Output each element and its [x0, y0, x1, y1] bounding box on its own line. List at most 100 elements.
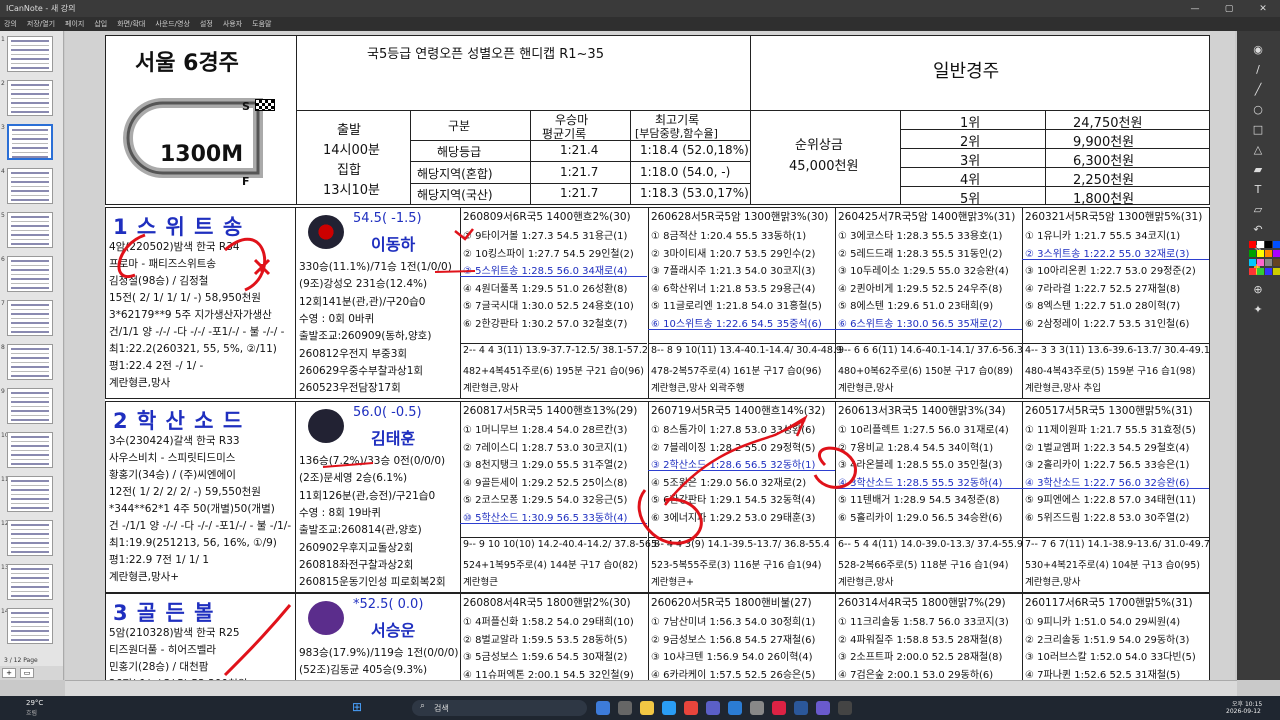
- thumb-line: [11, 568, 49, 570]
- past-race-header: 260321서5R국5암 1300핸맑5%(31): [1025, 211, 1203, 223]
- color-swatch[interactable]: [1257, 259, 1264, 266]
- gather-time: 13시10분: [323, 183, 381, 198]
- maximize-button[interactable]: ▢: [1212, 4, 1246, 14]
- past-race-result-row: ① 11크리솔동 1:58.7 56.0 33코지(3): [838, 617, 1009, 628]
- add-page-button[interactable]: +: [2, 668, 16, 678]
- page-thumbnail[interactable]: [7, 564, 53, 600]
- word-icon[interactable]: [794, 701, 808, 715]
- page-thumbnail[interactable]: [7, 300, 53, 336]
- past-race-result-row: ② 2크리솔동 1:51.9 54.0 29동하(3): [1025, 634, 1190, 646]
- past-race-result-row: ④ 7파나퀸 1:52.6 52.5 31재철(5): [1025, 669, 1181, 681]
- terminal-icon[interactable]: [838, 701, 852, 715]
- thumb-page-number: 8: [1, 344, 5, 351]
- jockey-info-line: 260812우전지 부중3회: [299, 347, 408, 360]
- zoom-icon[interactable]: ⊕: [1251, 283, 1265, 297]
- edge-icon[interactable]: [662, 701, 676, 715]
- stamp-icon[interactable]: ✦: [1251, 303, 1265, 317]
- past-race-result-row: ③ 5스위트송 1:28.5 56.0 34재로(4): [463, 266, 628, 277]
- race-distance: 1300M: [160, 142, 244, 167]
- win-odds: 54.5( -1.5): [353, 211, 422, 226]
- color-swatch[interactable]: [1249, 268, 1256, 275]
- thumb-line: [12, 147, 48, 149]
- windows-start-icon[interactable]: ⊞: [352, 700, 366, 714]
- file-explorer-icon[interactable]: [640, 701, 654, 715]
- text-icon[interactable]: T: [1251, 183, 1265, 197]
- color-swatch[interactable]: [1273, 241, 1280, 248]
- note-canvas[interactable]: 서울 6경주 1300M S F 국5등급 연령오픈 성별오픈 핸디캡 R1~35 일반경…: [65, 31, 1235, 680]
- thumb-line: [11, 375, 49, 377]
- store-icon[interactable]: [706, 701, 720, 715]
- thumb-line: [11, 225, 49, 227]
- sidebar-controls: + ▭: [0, 666, 63, 680]
- page-thumbnail[interactable]: [7, 476, 53, 512]
- color-swatch[interactable]: [1265, 259, 1272, 266]
- task-view-icon[interactable]: [618, 701, 632, 715]
- color-swatch[interactable]: [1273, 268, 1280, 275]
- page-thumbnail[interactable]: [7, 520, 53, 556]
- rectangle-icon[interactable]: □: [1251, 123, 1265, 137]
- widgets-icon[interactable]: [596, 701, 610, 715]
- color-swatch[interactable]: [1257, 250, 1264, 257]
- page-view-button[interactable]: ▭: [20, 668, 34, 678]
- highlight-underline: [1022, 487, 1209, 489]
- color-swatch[interactable]: [1257, 268, 1264, 275]
- triangle-icon[interactable]: △: [1251, 143, 1265, 157]
- pen-icon[interactable]: /: [1251, 63, 1265, 77]
- close-button[interactable]: ✕: [1246, 4, 1280, 14]
- page-thumbnail[interactable]: [7, 124, 53, 160]
- settings-icon[interactable]: [750, 701, 764, 715]
- page-thumbnail[interactable]: [7, 388, 53, 424]
- highlight-underline: [648, 470, 835, 471]
- jockey-info-line: 수영 : 0회 0바퀴: [299, 312, 375, 325]
- menu-item-2[interactable]: 페이지: [65, 19, 84, 29]
- jockey-info-line: 출발조교:260814(관,양호): [299, 524, 422, 537]
- menu-item-4[interactable]: 화면/확대: [117, 19, 145, 29]
- color-swatch[interactable]: [1273, 259, 1280, 266]
- thumb-line: [11, 308, 49, 310]
- thumb-line: [12, 138, 48, 140]
- minimize-button[interactable]: —: [1178, 4, 1212, 14]
- thumb-line: [11, 586, 49, 588]
- color-swatch[interactable]: [1265, 250, 1272, 257]
- thumb-line: [11, 639, 49, 641]
- mail-icon[interactable]: [728, 701, 742, 715]
- page-thumbnail[interactable]: [7, 256, 53, 292]
- color-swatch[interactable]: [1265, 268, 1272, 275]
- menu-item-8[interactable]: 도움말: [252, 19, 271, 29]
- color-swatch[interactable]: [1249, 259, 1256, 266]
- page-thumbnail[interactable]: [7, 608, 53, 644]
- horse-info-line: 계란형큰,망사+: [109, 571, 180, 583]
- thumb-line: [11, 234, 49, 236]
- menu-item-0[interactable]: 강의: [4, 19, 17, 29]
- color-swatch[interactable]: [1249, 250, 1256, 257]
- past-race-result-row: ① 1유니카 1:21.7 55.5 34코지(1): [1025, 231, 1181, 242]
- page-thumbnail[interactable]: [7, 344, 53, 380]
- highlighter-icon[interactable]: ▰: [1251, 163, 1265, 177]
- page-thumbnail[interactable]: [7, 80, 53, 116]
- eraser-icon[interactable]: ▱: [1251, 203, 1265, 217]
- page-thumbnail[interactable]: [7, 168, 53, 204]
- thumb-line: [11, 238, 49, 240]
- page-thumbnail[interactable]: [7, 432, 53, 468]
- menu-item-3[interactable]: 삽입: [94, 19, 107, 29]
- menu-item-6[interactable]: 설정: [200, 19, 213, 29]
- color-swatch[interactable]: [1257, 241, 1264, 248]
- chrome-icon[interactable]: [684, 701, 698, 715]
- menu-item-1[interactable]: 저장/열기: [27, 19, 55, 29]
- color-swatch[interactable]: [1273, 250, 1280, 257]
- photos-icon[interactable]: [816, 701, 830, 715]
- line-icon[interactable]: ╱: [1251, 83, 1265, 97]
- highlight-underline: [1022, 258, 1209, 260]
- menu-item-7[interactable]: 사용자: [223, 19, 242, 29]
- past-race-footer: 계란형큰,망사: [838, 383, 894, 394]
- circle-icon[interactable]: ○: [1251, 103, 1265, 117]
- page-thumbnail[interactable]: [7, 36, 53, 72]
- icannote-icon[interactable]: [772, 701, 786, 715]
- undo-icon[interactable]: ↶: [1251, 223, 1265, 237]
- pointer-icon[interactable]: ◉: [1251, 43, 1265, 57]
- menu-item-5[interactable]: 사운드/영상: [155, 19, 190, 29]
- color-swatch[interactable]: [1249, 241, 1256, 248]
- page-thumbnail[interactable]: [7, 212, 53, 248]
- color-swatch[interactable]: [1265, 241, 1272, 248]
- taskbar-search-box[interactable]: ⌕ 검색: [412, 700, 587, 716]
